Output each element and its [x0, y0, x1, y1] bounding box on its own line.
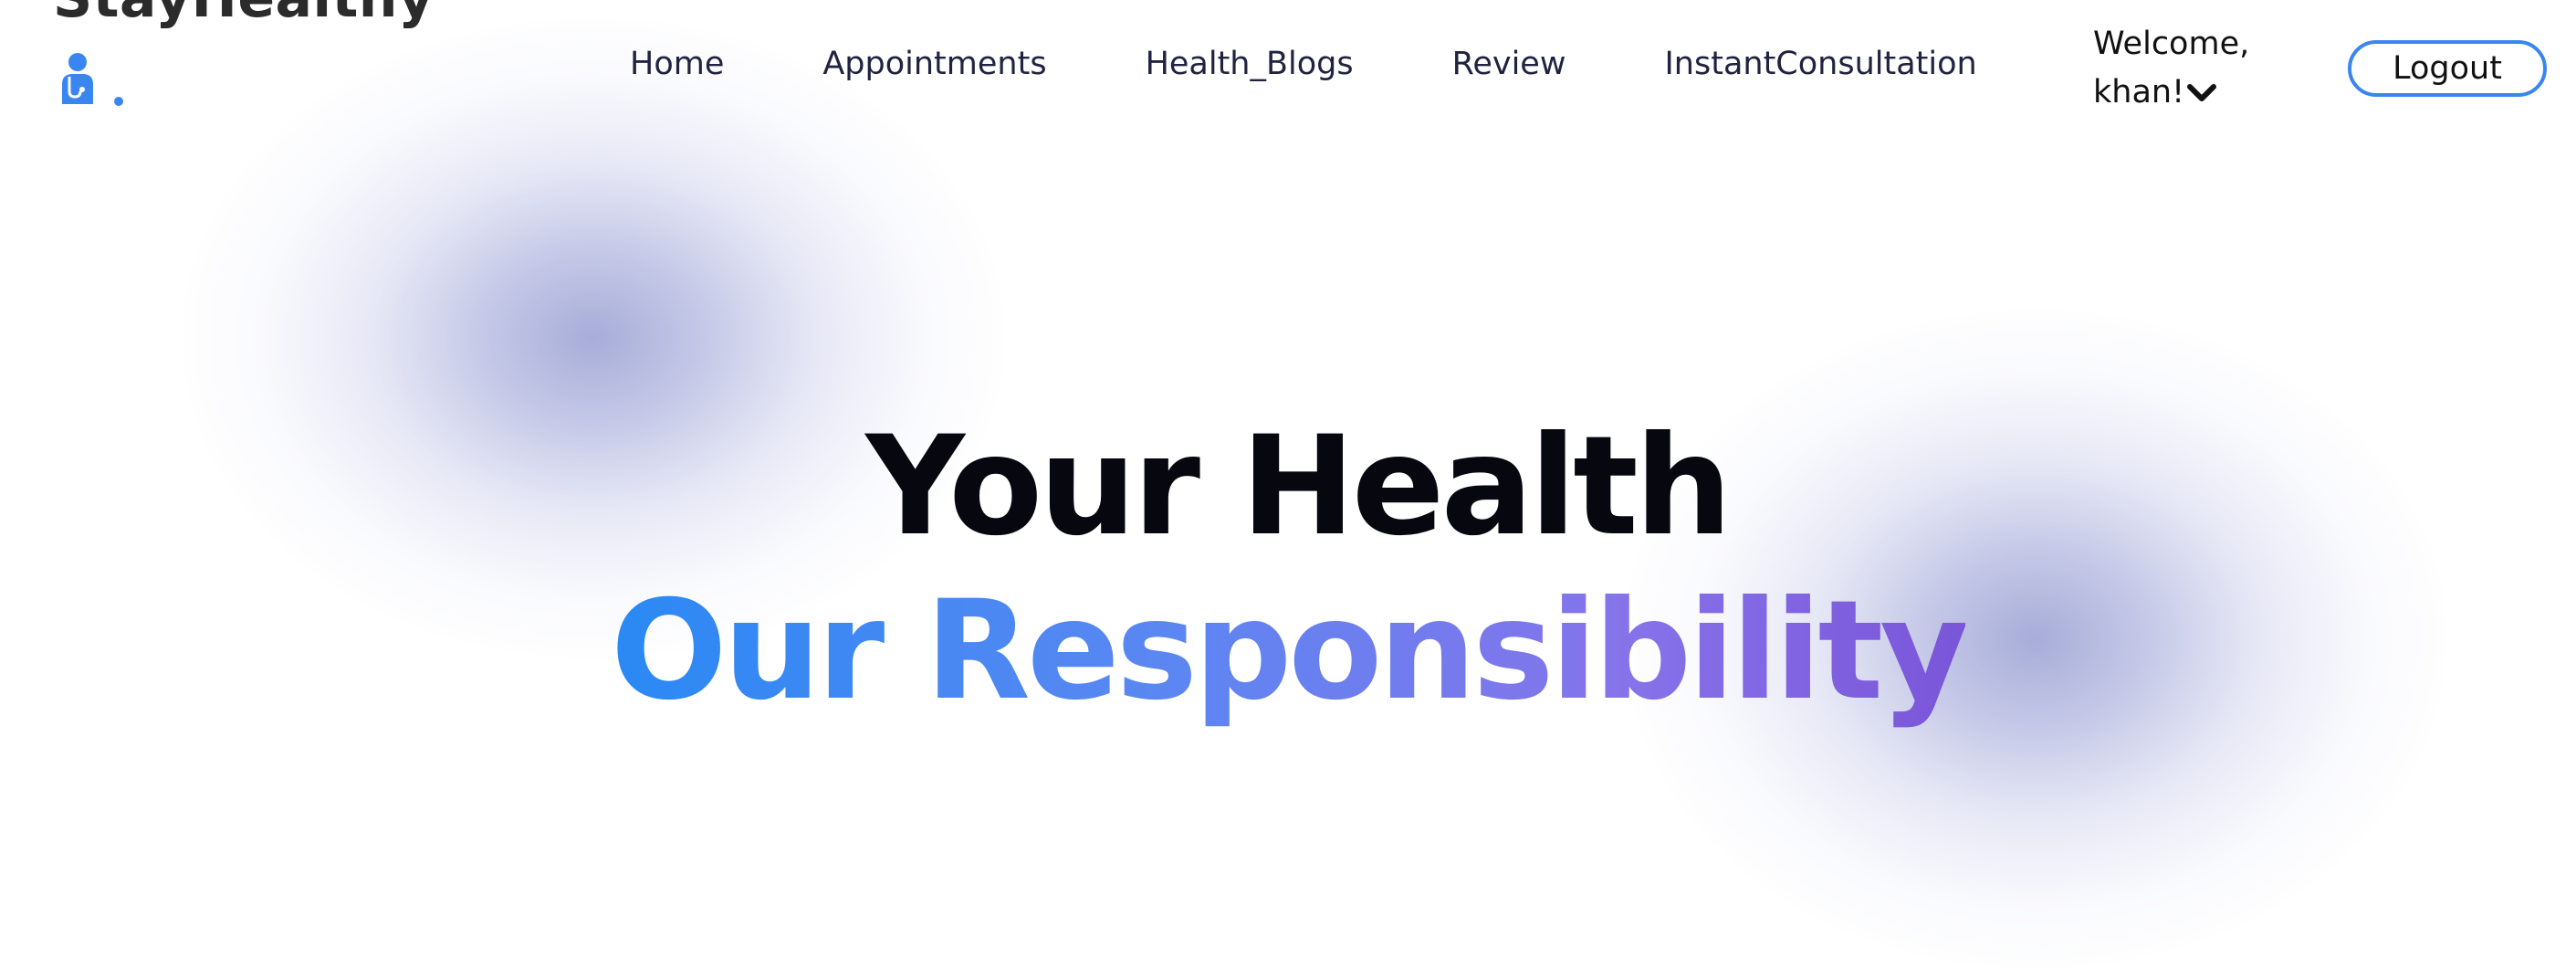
- nav-link-health-blogs[interactable]: Health_Blogs: [1146, 46, 1354, 82]
- main-nav: Home Appointments Health_Blogs Review In…: [630, 46, 1977, 82]
- brand-name: StayHealthy: [53, 0, 435, 26]
- nav-link-review[interactable]: Review: [1452, 46, 1566, 82]
- logout-button[interactable]: Logout: [2348, 40, 2547, 97]
- doctor-stethoscope-icon: [62, 53, 123, 106]
- username-text: khan!: [2093, 74, 2185, 110]
- nav-link-instant-consultation[interactable]: InstantConsultation: [1664, 46, 1976, 82]
- hero-section: Your Health Our Responsibility: [0, 409, 2576, 738]
- user-menu-toggle[interactable]: Welcome, khan!: [2093, 20, 2294, 117]
- nav-link-home[interactable]: Home: [630, 46, 724, 82]
- welcome-text: Welcome,: [2093, 26, 2250, 62]
- brand-logo-link[interactable]: StayHealthy: [53, 0, 435, 106]
- hero-subtitle: Our Responsibility: [611, 564, 1969, 738]
- nav-link-appointments[interactable]: Appointments: [822, 46, 1046, 82]
- chevron-down-icon[interactable]: [2186, 82, 2217, 104]
- hero-title: Your Health: [865, 407, 1732, 566]
- navbar: StayHealthy Home Appointments Health_Blo…: [0, 0, 2576, 155]
